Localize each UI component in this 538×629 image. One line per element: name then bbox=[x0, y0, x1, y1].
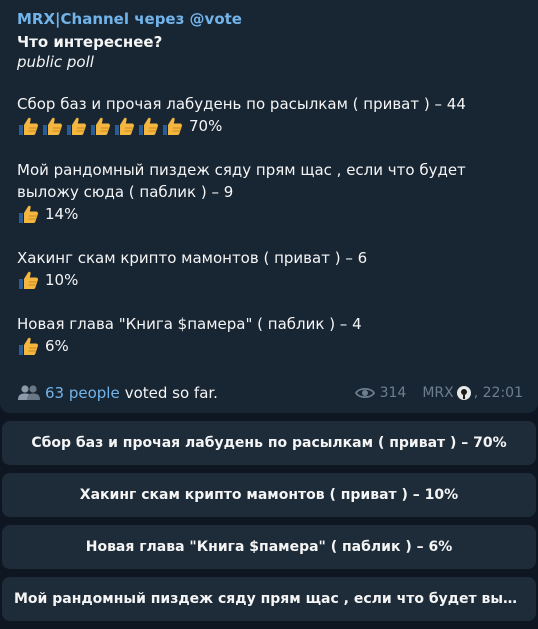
thumbs-up-icon bbox=[65, 116, 88, 136]
inline-keyboard: Сбор баз и прочая лабудень по расылкам (… bbox=[0, 421, 538, 629]
poll-option: Новая глава "Книга $памера" ( паблик ) –… bbox=[17, 313, 521, 357]
message-meta: 314 MRX , 22:01 bbox=[354, 385, 523, 401]
thumbs-bar bbox=[17, 116, 185, 136]
eye-icon bbox=[354, 386, 375, 400]
post-author: MRX bbox=[422, 385, 454, 401]
poll-option-result: 10% bbox=[17, 269, 521, 291]
thumbs-up-icon bbox=[41, 116, 64, 136]
poll-type: public poll bbox=[17, 53, 94, 71]
thumbs-up-icon bbox=[161, 116, 184, 136]
people-icon bbox=[17, 384, 41, 402]
thumbs-bar bbox=[17, 204, 41, 224]
post-time: , 22:01 bbox=[473, 385, 523, 401]
poll-message: MRX|Channel через @vote Что интереснее? … bbox=[0, 0, 538, 413]
poll-option-text: Мой рандомный пиздеж сяду прям щас , есл… bbox=[17, 161, 466, 201]
poll-option-percent: 70% bbox=[189, 117, 223, 135]
poll-option-text: Хакинг скам крипто мамонтов ( приват ) –… bbox=[17, 249, 368, 267]
message-footer: 63 people voted so far. 314 MRX , 22:01 bbox=[17, 381, 523, 405]
thumbs-up-icon bbox=[113, 116, 136, 136]
thumbs-bar bbox=[17, 270, 41, 290]
poll-option-text: Сбор баз и прочая лабудень по расылкам (… bbox=[17, 95, 466, 113]
thumbs-bar bbox=[17, 336, 41, 356]
vote-button[interactable]: Новая глава "Книга $памера" ( паблик ) –… bbox=[2, 525, 536, 569]
poll-option: Хакинг скам крипто мамонтов ( приват ) –… bbox=[17, 247, 521, 291]
poll-option-result: 70% bbox=[17, 115, 521, 137]
voters-summary: 63 people voted so far. bbox=[17, 384, 218, 402]
thumbs-up-icon bbox=[17, 336, 40, 356]
poll-option-percent: 14% bbox=[45, 205, 79, 223]
poll-options: Сбор баз и прочая лабудень по расылкам (… bbox=[17, 93, 521, 357]
vote-button[interactable]: Хакинг скам крипто мамонтов ( приват ) –… bbox=[2, 473, 536, 517]
poll-option: Мой рандомный пиздеж сяду прям щас , есл… bbox=[17, 159, 521, 225]
poll-question: Что интереснее? bbox=[17, 33, 163, 51]
voters-link[interactable]: 63 people bbox=[45, 384, 120, 402]
thumbs-up-icon bbox=[137, 116, 160, 136]
poll-option-percent: 6% bbox=[45, 337, 69, 355]
poll-option: Сбор баз и прочая лабудень по расылкам (… bbox=[17, 93, 521, 137]
thumbs-up-icon bbox=[17, 204, 40, 224]
sender-name[interactable]: MRX|Channel через @vote bbox=[17, 9, 521, 29]
vote-button-label: Хакинг скам крипто мамонтов ( приват ) –… bbox=[79, 487, 459, 503]
vote-button[interactable]: Сбор баз и прочая лабудень по расылкам (… bbox=[2, 421, 536, 465]
poll-option-result: 6% bbox=[17, 335, 521, 357]
poll-option-text: Новая глава "Книга $памера" ( паблик ) –… bbox=[17, 315, 362, 333]
thumbs-up-icon bbox=[17, 270, 40, 290]
views-count: 314 bbox=[379, 385, 407, 401]
emoji-badge-icon bbox=[456, 385, 472, 401]
poll-option-percent: 10% bbox=[45, 271, 79, 289]
vote-button-label: Новая глава "Книга $памера" ( паблик ) –… bbox=[85, 539, 453, 555]
vote-button-label: Сбор баз и прочая лабудень по расылкам (… bbox=[31, 435, 507, 451]
thumbs-up-icon bbox=[89, 116, 112, 136]
vote-button-label: Мой рандомный пиздеж сяду прям щас , есл… bbox=[14, 591, 524, 607]
voters-suffix: voted so far. bbox=[124, 384, 218, 402]
poll-option-result: 14% bbox=[17, 203, 521, 225]
vote-button[interactable]: Мой рандомный пиздеж сяду прям щас , есл… bbox=[2, 577, 536, 621]
thumbs-up-icon bbox=[17, 116, 40, 136]
